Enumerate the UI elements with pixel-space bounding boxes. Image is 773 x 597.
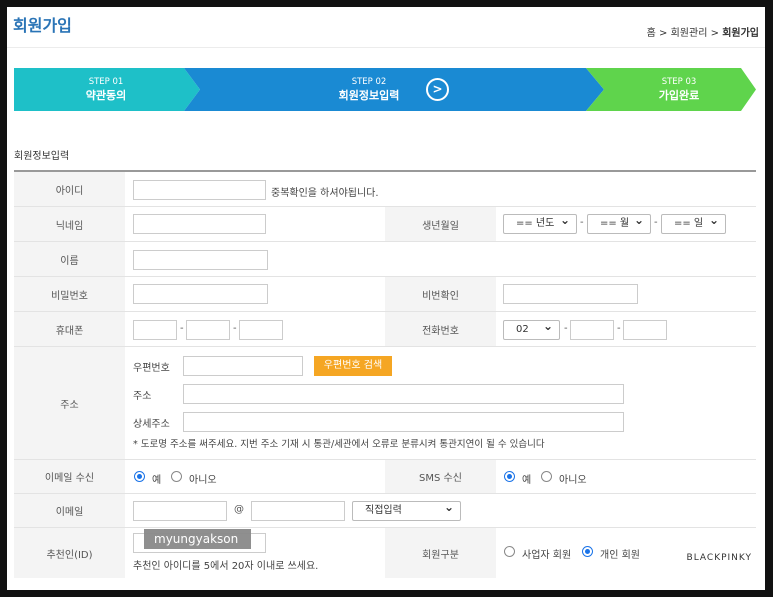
dash: - <box>654 217 658 228</box>
dash: - <box>180 323 184 334</box>
row-referrer: 추천인(ID) 추천인 아이디를 5에서 20자 이내로 쓰세요. 회원구분 사… <box>14 528 756 578</box>
label-password-confirm: 비번확인 <box>385 277 496 311</box>
zip-label: 우편번호 <box>133 363 170 374</box>
at-sign: @ <box>234 504 244 515</box>
sms-receive-yes-radio[interactable] <box>504 471 515 482</box>
email-receive-yes-radio[interactable] <box>134 471 145 482</box>
birth-month-select[interactable]: == 월 <box>587 211 651 234</box>
email-id-input[interactable] <box>133 501 227 521</box>
breadcrumb-home[interactable]: 홈 <box>647 28 656 39</box>
step-1-label: 약관동의 <box>85 89 127 102</box>
referrer-note: 추천인 아이디를 5에서 20자 이내로 쓰세요. <box>133 561 319 572</box>
breadcrumb-separator: > <box>659 28 668 39</box>
detail-address-label: 상세주소 <box>133 419 170 430</box>
step-2-label: 회원정보입력 <box>338 89 400 102</box>
row-address: 주소 우편번호 우편번호 검색 주소 상세주소 * 도로명 주소를 써주세요. … <box>14 347 756 460</box>
email-receive-no-radio[interactable] <box>171 471 182 482</box>
address-input[interactable] <box>183 384 624 404</box>
label-email: 이메일 <box>14 494 125 527</box>
breadcrumb-separator: > <box>710 28 719 39</box>
member-type-business-radio[interactable] <box>504 546 515 557</box>
label-birth: 생년월일 <box>385 207 496 241</box>
step-2-number: STEP 02 <box>351 77 387 87</box>
phone-part2-input[interactable] <box>570 320 614 340</box>
member-type-business-label: 사업자 회원 <box>522 550 572 561</box>
row-id: 아이디 중복확인을 하셔야됩니다. <box>14 172 756 207</box>
sms-receive-no-radio[interactable] <box>541 471 552 482</box>
label-address: 주소 <box>14 347 125 459</box>
id-input[interactable] <box>133 180 266 200</box>
dash: - <box>564 323 568 334</box>
sms-receive-yes-label: 예 <box>522 475 532 486</box>
email-receive-no-label: 아니오 <box>189 475 217 486</box>
step-1: STEP 01 약관동의 <box>61 76 151 103</box>
label-phone: 전화번호 <box>385 312 496 346</box>
step-progress: STEP 01 약관동의 STEP 02 회원정보입력 > STEP 03 가입… <box>14 68 756 111</box>
address-note: * 도로명 주소를 써주세요. 지번 주소 기재 시 통관/세관에서 오류로 분… <box>133 439 545 450</box>
label-email-receive: 이메일 수신 <box>14 460 125 493</box>
zip-input[interactable] <box>183 356 303 376</box>
row-email: 이메일 @ 직접입력 <box>14 494 756 528</box>
address-label: 주소 <box>133 391 152 402</box>
phone-area-select[interactable]: 02 <box>503 317 560 340</box>
password-confirm-input[interactable] <box>503 284 638 304</box>
id-hint: 중복확인을 하셔야됩니다. <box>271 188 379 199</box>
sms-receive-no-label: 아니오 <box>559 475 587 486</box>
step-2: STEP 02 회원정보입력 <box>314 76 424 103</box>
dash: - <box>580 217 584 228</box>
mobile-part2-input[interactable] <box>186 320 230 340</box>
section-title: 회원정보입력 <box>14 151 70 162</box>
detail-address-input[interactable] <box>183 412 624 432</box>
zip-search-button[interactable]: 우편번호 검색 <box>314 356 392 376</box>
breadcrumb: 홈 > 회원관리 > 회원가입 <box>647 24 759 39</box>
password-input[interactable] <box>133 284 268 304</box>
email-domain-select[interactable]: 직접입력 <box>352 498 461 521</box>
step-1-number: STEP 01 <box>88 77 124 87</box>
page-title: 회원가입 <box>13 16 72 35</box>
label-mobile: 휴대폰 <box>14 312 125 346</box>
label-password: 비밀번호 <box>14 277 125 311</box>
nickname-input[interactable] <box>133 214 266 234</box>
name-input[interactable] <box>133 250 268 270</box>
watermark-left: myungyakson <box>144 529 251 549</box>
label-nickname: 닉네임 <box>14 207 125 241</box>
phone-part3-input[interactable] <box>623 320 667 340</box>
member-type-personal-label: 개인 회원 <box>600 550 640 561</box>
label-id: 아이디 <box>14 172 125 206</box>
label-referrer: 추천인(ID) <box>14 528 125 578</box>
row-receive: 이메일 수신 예 아니오 SMS 수신 예 아니오 <box>14 460 756 494</box>
label-name: 이름 <box>14 242 125 276</box>
signup-page: 회원가입 홈 > 회원관리 > 회원가입 STEP 01 약관동의 STEP 0… <box>7 7 765 590</box>
header-divider <box>7 47 765 48</box>
chevron-right-icon: > <box>426 78 449 101</box>
label-member-type: 회원구분 <box>385 528 496 578</box>
row-nickname: 닉네임 생년월일 == 년도 - == 월 - == 일 <box>14 207 756 242</box>
watermark-right: BLACKPINKY <box>686 553 752 563</box>
step-3-number: STEP 03 <box>661 77 697 87</box>
step-3: STEP 03 가입완료 <box>634 76 724 103</box>
breadcrumb-current: 회원가입 <box>722 28 759 39</box>
label-sms-receive: SMS 수신 <box>385 460 496 493</box>
birth-day-select[interactable]: == 일 <box>661 211 726 234</box>
email-domain-input[interactable] <box>251 501 345 521</box>
birth-year-select[interactable]: == 년도 <box>503 211 577 234</box>
dash: - <box>617 323 621 334</box>
step-3-label: 가입완료 <box>658 89 700 102</box>
row-password: 비밀번호 비번확인 <box>14 277 756 312</box>
dash: - <box>233 323 237 334</box>
signup-form: 아이디 중복확인을 하셔야됩니다. 닉네임 생년월일 == 년도 - == 월 … <box>14 170 756 581</box>
row-name: 이름 <box>14 242 756 277</box>
breadcrumb-parent[interactable]: 회원관리 <box>671 28 708 39</box>
row-mobile: 휴대폰 - - 전화번호 02 - - <box>14 312 756 347</box>
email-receive-yes-label: 예 <box>152 475 162 486</box>
mobile-part3-input[interactable] <box>239 320 283 340</box>
member-type-personal-radio[interactable] <box>582 546 593 557</box>
mobile-part1-input[interactable] <box>133 320 177 340</box>
